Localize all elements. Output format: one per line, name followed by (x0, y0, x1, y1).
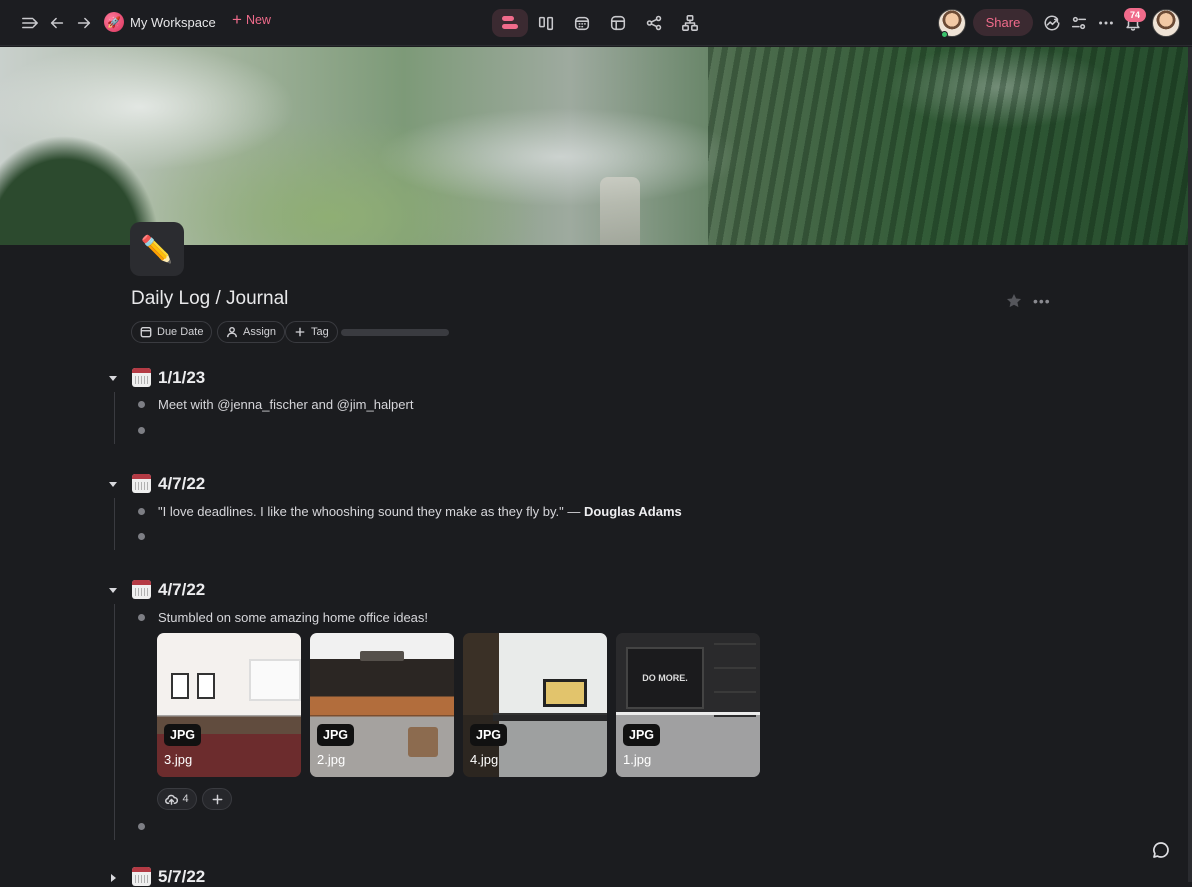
plus-icon: + (232, 10, 242, 29)
file-name: 1.jpg (623, 752, 652, 767)
workspace-logo-icon[interactable]: 🚀 (104, 12, 124, 32)
notification-count-badge: 74 (1124, 8, 1146, 22)
file-name: 4.jpg (470, 752, 499, 767)
due-date-label: Due Date (157, 326, 204, 338)
forward-arrow-icon[interactable] (72, 11, 96, 35)
list-item[interactable]: Meet with @jenna_fischer and @jim_halper… (158, 397, 413, 412)
person-icon (227, 326, 237, 338)
image-attachment[interactable]: JPG 3.jpg (157, 633, 301, 777)
board-view-icon[interactable] (534, 11, 558, 35)
assign-label: Assign (243, 326, 277, 338)
quote-author: Douglas Adams (583, 504, 682, 519)
favorite-star-icon[interactable] (1005, 292, 1023, 310)
scrollbar[interactable] (1188, 47, 1192, 882)
calendar-icon (132, 368, 151, 387)
more-icon[interactable] (1094, 11, 1118, 35)
outline-guide-line (114, 392, 115, 444)
file-type-badge: JPG (470, 724, 508, 746)
calendar-view-icon[interactable] (570, 11, 594, 35)
profile-avatar[interactable] (1152, 9, 1180, 37)
sidebar-toggle-icon[interactable] (18, 11, 42, 35)
tag-label: Tag (311, 326, 329, 338)
monitor-screen-text: DO MORE. (626, 647, 704, 709)
outline-view-icon[interactable] (492, 9, 528, 37)
page-emoji-icon[interactable]: ✏️ (130, 222, 184, 276)
workspace-name[interactable]: My Workspace (130, 15, 216, 30)
entry-date[interactable]: 4/7/22 (158, 580, 205, 600)
page-title[interactable]: Daily Log / Journal (131, 288, 288, 310)
calendar-icon (132, 867, 151, 886)
bullet-dot[interactable] (138, 401, 145, 408)
collapse-toggle-icon[interactable] (109, 376, 117, 381)
list-item[interactable]: Stumbled on some amazing home office ide… (158, 610, 428, 625)
entry-date[interactable]: 1/1/23 (158, 368, 205, 388)
settings-sliders-icon[interactable] (1067, 11, 1091, 35)
cover-image[interactable] (0, 47, 1188, 245)
quote-text: "I love deadlines. I like the whooshing … (158, 504, 581, 519)
plus-icon (212, 794, 222, 804)
tag-chip[interactable]: Tag (285, 321, 338, 343)
comment-icon[interactable] (1151, 840, 1173, 862)
collapse-toggle-icon[interactable] (109, 482, 117, 487)
outline-guide-line (114, 498, 115, 550)
image-attachment[interactable]: DO MORE. JPG 1.jpg (616, 633, 760, 777)
bullet-dot[interactable] (138, 614, 145, 621)
collapse-toggle-icon[interactable] (109, 588, 117, 593)
upload-count: 4 (182, 793, 189, 805)
page-more-icon[interactable]: ••• (1033, 293, 1051, 309)
calendar-icon (132, 580, 151, 599)
activity-icon[interactable] (1040, 11, 1064, 35)
mindmap-view-icon[interactable] (642, 11, 666, 35)
new-button[interactable]: + New (232, 10, 271, 29)
bullet-dot[interactable] (138, 508, 145, 515)
plus-icon (295, 327, 305, 337)
file-type-badge: JPG (317, 724, 355, 746)
diagram-view-icon[interactable] (678, 11, 702, 35)
outline-guide-line (114, 604, 115, 840)
expand-toggle-icon[interactable] (111, 874, 120, 882)
bullet-dot[interactable] (138, 823, 145, 830)
top-bar: 🚀 My Workspace + New Share 74 (0, 0, 1192, 46)
table-view-icon[interactable] (606, 11, 630, 35)
file-type-badge: JPG (623, 724, 661, 746)
entry-date[interactable]: 5/7/22 (158, 867, 205, 887)
calendar-icon (132, 474, 151, 493)
image-attachment[interactable]: JPG 4.jpg (463, 633, 607, 777)
file-type-badge: JPG (164, 724, 202, 746)
file-name: 3.jpg (164, 752, 193, 767)
add-attachment-button[interactable] (202, 788, 232, 810)
online-status-dot (941, 31, 948, 38)
due-date-chip[interactable]: Due Date (131, 321, 213, 343)
entry-date[interactable]: 4/7/22 (158, 474, 205, 494)
upload-count-button[interactable]: 4 (157, 788, 197, 810)
calendar-icon (140, 327, 152, 338)
share-button[interactable]: Share (973, 9, 1033, 36)
image-attachment[interactable]: JPG 2.jpg (310, 633, 454, 777)
quote-item[interactable]: "I love deadlines. I like the whooshing … (158, 504, 682, 519)
assign-chip[interactable]: Assign (217, 321, 286, 343)
file-name: 2.jpg (317, 752, 346, 767)
cloud-upload-icon (165, 794, 179, 805)
bullet-dot[interactable] (138, 427, 145, 434)
bullet-dot[interactable] (138, 533, 145, 540)
progress-bar (341, 329, 449, 336)
new-button-label: New (245, 13, 271, 27)
back-arrow-icon[interactable] (45, 11, 69, 35)
